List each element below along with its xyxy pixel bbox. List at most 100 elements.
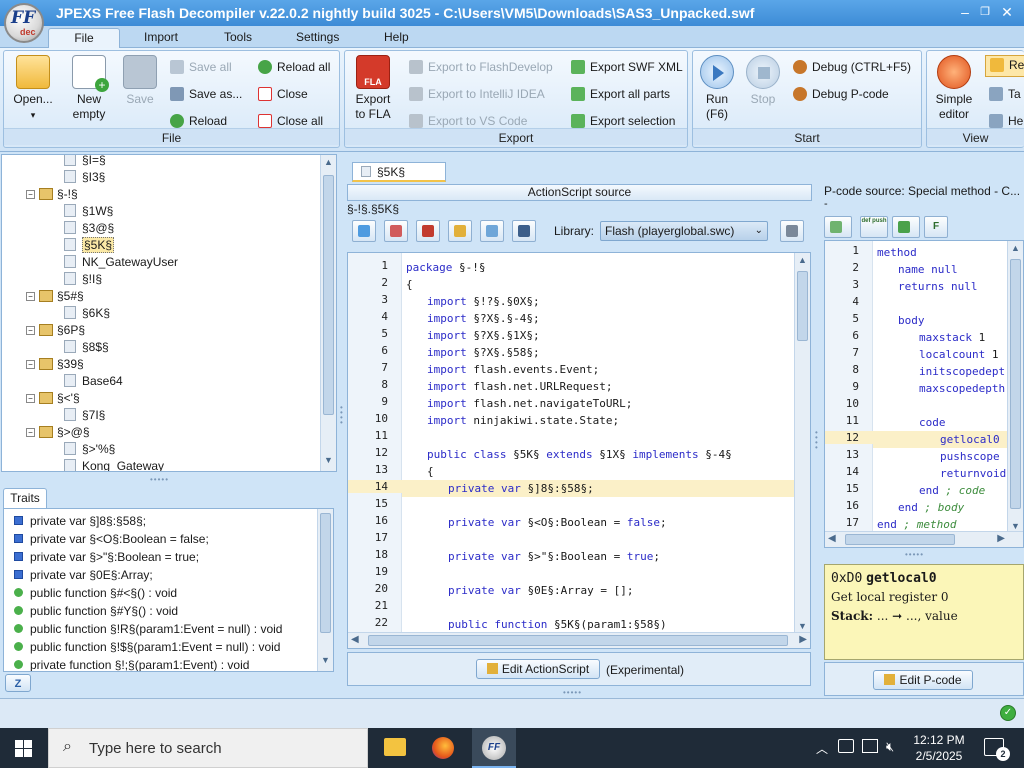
tab-import[interactable]: Import bbox=[130, 28, 192, 48]
code-line[interactable]: public class §5K§ extends §1X§ implement… bbox=[402, 446, 794, 463]
tree-class[interactable]: §1W§ bbox=[64, 203, 113, 220]
minimize-button[interactable]: – bbox=[955, 3, 975, 21]
code-line[interactable] bbox=[402, 565, 794, 582]
save-as-button[interactable]: Save as... bbox=[170, 85, 242, 103]
collapse-icon[interactable]: − bbox=[26, 428, 35, 437]
trait-item[interactable]: private var §<O§:Boolean = false; bbox=[14, 530, 209, 548]
tree-package[interactable]: − §-!§ bbox=[26, 186, 78, 203]
code-line[interactable]: private var §>"§:Boolean = true; bbox=[402, 548, 794, 565]
tree-class[interactable]: §5K§ bbox=[64, 237, 115, 254]
firefox-icon[interactable] bbox=[432, 737, 454, 759]
clock[interactable]: 12:12 PM 2/5/2025 bbox=[905, 732, 973, 764]
actionscript-editor[interactable]: 1 package §-!§ 2 {3 import §!?§.§0X§; 4 import… bbox=[347, 252, 811, 649]
chevron-up-icon[interactable]: ︿ bbox=[816, 740, 828, 757]
tree-class[interactable]: §7I§ bbox=[64, 407, 105, 424]
code-line[interactable] bbox=[873, 295, 1007, 312]
sort-traits-button[interactable]: Z bbox=[5, 674, 31, 692]
tree-package[interactable]: − §5#§ bbox=[26, 288, 84, 305]
tab-settings[interactable]: Settings bbox=[282, 28, 353, 48]
tree-class[interactable]: §8$§ bbox=[64, 339, 109, 356]
code-line[interactable]: body bbox=[873, 312, 1007, 329]
editor-scroll-thumb[interactable] bbox=[797, 271, 808, 341]
traits-scroll-thumb[interactable] bbox=[320, 513, 331, 633]
notification-icon[interactable]: 2 bbox=[984, 738, 1010, 761]
collapse-icon[interactable]: − bbox=[26, 326, 35, 335]
taskbar-search-box[interactable]: ⌕ Type here to search bbox=[48, 728, 368, 768]
export-intellij-button[interactable]: Export to IntelliJ IDEA bbox=[409, 85, 545, 103]
code-line[interactable]: import §?X§.§-4§; bbox=[402, 310, 794, 327]
code-line[interactable] bbox=[402, 531, 794, 548]
collapse-icon[interactable]: − bbox=[26, 394, 35, 403]
trait-item[interactable]: public function §!$§(param1:Event = null… bbox=[14, 638, 280, 656]
code-line[interactable]: import §?X§.§58§; bbox=[402, 344, 794, 361]
debug-button[interactable]: Debug (CTRL+F5) bbox=[793, 58, 911, 76]
tree-package[interactable]: − §>@§ bbox=[26, 424, 90, 441]
collapse-icon[interactable]: − bbox=[26, 292, 35, 301]
code-line[interactable] bbox=[402, 429, 794, 446]
windows-start-icon[interactable] bbox=[15, 740, 32, 757]
trait-item[interactable]: public function §#Y§() : void bbox=[14, 602, 178, 620]
splitter-grip-icon[interactable]: • • • • bbox=[340, 404, 346, 427]
ffdec-taskbar-button[interactable]: FF bbox=[472, 728, 516, 768]
tab-traits[interactable]: Traits bbox=[3, 488, 47, 508]
close-button[interactable]: Close bbox=[258, 85, 308, 103]
pcode-hex-icon[interactable] bbox=[824, 216, 852, 238]
edit-actionscript-button[interactable]: Edit ActionScript bbox=[476, 659, 600, 679]
restore-button[interactable]: ❐ bbox=[975, 3, 995, 21]
tree-class[interactable]: Kong_Gateway bbox=[64, 458, 164, 471]
pcode-hscrollbar[interactable]: ◀ ▶ bbox=[825, 531, 1023, 547]
tab-help[interactable]: Help bbox=[370, 28, 423, 48]
run-button[interactable]: Run (F6) bbox=[697, 55, 737, 122]
code-line[interactable]: import flash.net.URLRequest; bbox=[402, 378, 794, 395]
code-line[interactable]: getlocal0 bbox=[873, 431, 1007, 448]
scroll-up-icon[interactable]: ▲ bbox=[322, 157, 335, 171]
scroll-up-icon[interactable]: ▲ bbox=[1009, 243, 1022, 253]
scroll-right-icon[interactable]: ▶ bbox=[799, 634, 807, 645]
tree-scroll-thumb[interactable] bbox=[323, 175, 334, 415]
trait-item[interactable]: private var §>"§:Boolean = true; bbox=[14, 548, 199, 566]
trait-item[interactable]: private var §0E§:Array; bbox=[14, 566, 153, 584]
wrench-icon[interactable] bbox=[780, 220, 804, 242]
trait-item[interactable]: public function §!R§(param1:Event = null… bbox=[14, 620, 282, 638]
tree-class[interactable]: §I=§ bbox=[64, 155, 106, 169]
code-line[interactable]: public function §5K§(param1:§58§) bbox=[402, 616, 794, 633]
tag-list-view-button[interactable]: Ta bbox=[989, 85, 1021, 103]
tree-class[interactable]: §I3§ bbox=[64, 169, 105, 186]
tree-package[interactable]: − §39§ bbox=[26, 356, 84, 373]
code-line[interactable]: maxstack 1 bbox=[873, 329, 1007, 346]
tab-tools[interactable]: Tools bbox=[210, 28, 266, 48]
def-push-icon[interactable]: def push bbox=[860, 216, 888, 238]
tree-package[interactable]: − §6P§ bbox=[26, 322, 85, 339]
code-line[interactable]: name null bbox=[873, 261, 1007, 278]
code-line[interactable]: private var §<O§:Boolean = false; bbox=[402, 514, 794, 531]
save-button[interactable]: Save bbox=[120, 55, 160, 107]
tree-class[interactable]: §!I§ bbox=[64, 271, 102, 288]
resources-view-button[interactable]: Re bbox=[985, 55, 1024, 77]
pcode-editor[interactable]: 1 method 2 name null 3 returns null 4 5 body 6 max… bbox=[824, 240, 1024, 548]
edit-pcode-button[interactable]: Edit P-code bbox=[873, 670, 973, 690]
export-flashdevelop-button[interactable]: Export to FlashDevelop bbox=[409, 58, 553, 76]
pcode-hscroll-thumb[interactable] bbox=[845, 534, 955, 545]
scroll-down-icon[interactable]: ▼ bbox=[322, 455, 335, 469]
editor-hscrollbar[interactable]: ◀ ▶ bbox=[348, 632, 810, 648]
go-to-icon[interactable] bbox=[352, 220, 376, 242]
tree-class[interactable]: NK_GatewayUser bbox=[64, 254, 178, 271]
code-line[interactable]: import §!?§.§0X§; bbox=[402, 293, 794, 310]
stop-button[interactable]: Stop bbox=[743, 55, 783, 107]
scroll-left-icon[interactable]: ◀ bbox=[828, 533, 836, 544]
scroll-down-icon[interactable]: ▼ bbox=[319, 655, 332, 669]
pcode-f-icon[interactable]: F bbox=[924, 216, 948, 238]
code-line[interactable]: end ; code bbox=[873, 482, 1007, 499]
code-line[interactable]: method bbox=[873, 244, 1007, 261]
pcode-scroll-thumb[interactable] bbox=[1010, 259, 1021, 509]
code-line[interactable]: { bbox=[402, 276, 794, 293]
resource-tree[interactable]: §I=§ §I3§ − §-!§ §1W§ §3@§ §5K§ NK_GatewayUser §… bbox=[1, 154, 337, 472]
library-select[interactable]: Flash (playerglobal.swc) ⌄ bbox=[600, 221, 768, 241]
splitter-grip-icon[interactable]: ••••• bbox=[905, 550, 924, 559]
code-line[interactable] bbox=[873, 397, 1007, 414]
security-icon[interactable] bbox=[838, 739, 854, 753]
pcode-vscrollbar[interactable]: ▲ ▼ bbox=[1007, 241, 1023, 533]
save-all-button[interactable]: Save all bbox=[170, 58, 232, 76]
reload-all-button[interactable]: Reload all bbox=[258, 58, 330, 76]
remove-trait-icon[interactable] bbox=[384, 220, 408, 242]
